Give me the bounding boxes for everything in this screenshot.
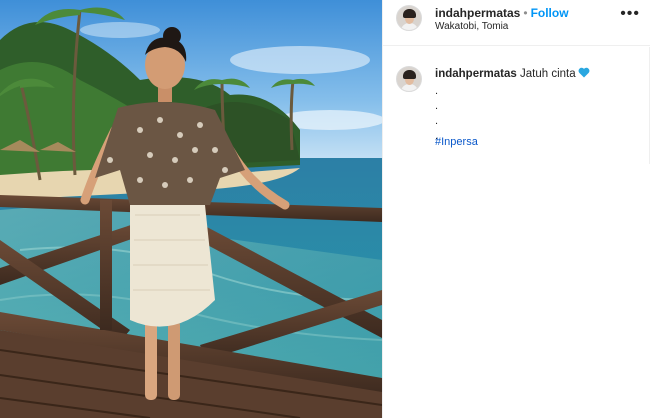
username-line: indahpermatas • Follow	[435, 6, 569, 20]
beach-dock-photo	[0, 0, 382, 418]
hashtag-link[interactable]: #Inpersa	[435, 136, 478, 148]
caption-dots: . . . .	[435, 84, 438, 144]
more-options-icon[interactable]: •••	[620, 6, 640, 22]
follow-button[interactable]: Follow	[531, 6, 569, 20]
caption-text-line: indahpermatas Jatuh cinta	[435, 66, 635, 82]
caption-dot-line: .	[435, 100, 439, 112]
caption-dot-line: .	[435, 85, 439, 97]
avatar[interactable]	[396, 5, 422, 31]
post-sidebar: indahpermatas • Follow Wakatobi, Tomia •••…	[383, 0, 650, 418]
location-link[interactable]: Wakatobi, Tomia	[435, 21, 508, 32]
caption-username-link[interactable]: indahpermatas	[435, 68, 517, 80]
caption-dot-line: .	[435, 115, 439, 127]
avatar[interactable]	[396, 66, 422, 92]
post-photo[interactable]	[0, 0, 382, 418]
post-header: indahpermatas • Follow Wakatobi, Tomia •••	[383, 0, 650, 46]
separator-dot: •	[523, 6, 528, 20]
caption-text: Jatuh cinta	[520, 68, 576, 80]
username-link[interactable]: indahpermatas	[435, 6, 520, 20]
blue-heart-icon	[578, 67, 590, 78]
